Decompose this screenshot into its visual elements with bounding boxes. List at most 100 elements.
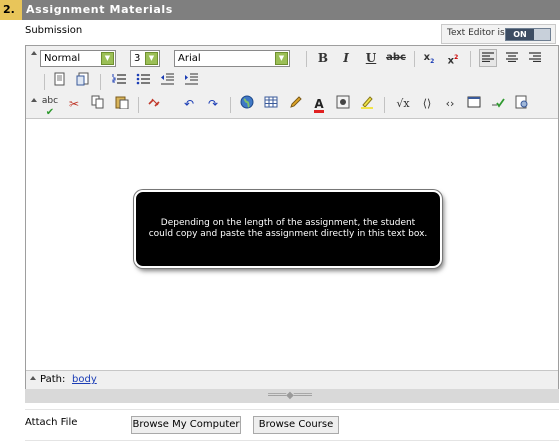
toolbar-separator [306, 51, 307, 67]
media-icon [336, 95, 350, 109]
browse-course-button[interactable]: Browse Course [253, 416, 339, 434]
strikethrough-button[interactable]: abc [384, 49, 408, 67]
copy-icon [91, 95, 104, 109]
undo-icon: ↶ [183, 97, 195, 111]
toolbar-collapse-icon[interactable] [31, 98, 37, 102]
align-center-button[interactable] [503, 49, 521, 67]
divider [25, 409, 559, 410]
subscript-mark: 2 [430, 58, 435, 65]
text-color-icon: A [314, 97, 324, 113]
chevron-down-icon: ▼ [101, 52, 114, 65]
text-editor-on-state: ON [506, 29, 534, 40]
path-body-link[interactable]: body [72, 374, 97, 385]
font-family-select[interactable]: Arial ▼ [174, 50, 290, 67]
math-editor-button[interactable]: √x [392, 95, 414, 113]
text-editor-off-state [534, 29, 550, 40]
bold-button[interactable]: B [314, 49, 332, 67]
path-label: Path: [40, 374, 66, 385]
text-editor-label: Text Editor is: [447, 28, 508, 38]
align-left-icon [482, 52, 494, 63]
indent-icon [185, 73, 198, 85]
spellcheck-options-button[interactable] [489, 95, 507, 113]
chevron-down-icon: ▼ [145, 52, 158, 65]
resize-handle-icon[interactable]: ═══◆═══ [260, 389, 320, 403]
redo-icon: ↷ [207, 97, 219, 111]
insert-link-button[interactable] [238, 95, 256, 113]
font-size-select[interactable]: 3 ▼ [130, 50, 160, 67]
paste-text-button[interactable] [51, 72, 69, 90]
format-select[interactable]: Normal ▼ [40, 50, 116, 67]
italic-button[interactable]: I [337, 49, 355, 67]
tooltip-text: Depending on the length of the assignmen… [148, 218, 428, 239]
editor-resize-bar[interactable]: ═══◆═══ [25, 389, 559, 403]
outdent-icon [161, 73, 174, 85]
outdent-button[interactable] [158, 72, 176, 90]
divider [25, 440, 559, 441]
font-family-select-value: Arial [178, 53, 201, 64]
format-select-value: Normal [44, 53, 81, 64]
text-editor-toggle[interactable]: ON [505, 28, 551, 41]
unlink-button[interactable] [146, 95, 164, 113]
toolbar-separator [384, 97, 385, 113]
fullscreen-button[interactable] [465, 95, 483, 113]
editor-toolbar: Normal ▼ 3 ▼ Arial ▼ B I U abc x2 x2 abc… [26, 46, 558, 119]
embed-button[interactable]: ⟨⟩ [417, 95, 437, 113]
toolbar-separator [138, 97, 139, 113]
copy-button[interactable] [89, 95, 107, 113]
preview-icon [515, 95, 528, 109]
toolbar-separator [44, 74, 45, 90]
code-icon: ‹› [445, 97, 455, 110]
undo-button[interactable]: ↶ [180, 95, 198, 113]
bullet-list-icon [136, 73, 150, 85]
paste-word-button[interactable] [74, 72, 92, 90]
globe-icon [240, 95, 254, 109]
align-right-button[interactable] [526, 49, 544, 67]
section-title: Assignment Materials [26, 3, 173, 16]
unlink-icon [148, 98, 160, 107]
fullscreen-icon [467, 96, 481, 108]
superscript-button[interactable]: x2 [444, 49, 462, 67]
submission-label: Submission [25, 25, 83, 36]
insert-table-button[interactable] [262, 95, 280, 113]
browse-my-computer-button[interactable]: Browse My Computer [131, 416, 241, 434]
preview-button[interactable] [513, 95, 531, 113]
align-left-button[interactable] [479, 49, 497, 67]
path-bar: Path: body [26, 370, 558, 389]
table-icon [264, 96, 278, 108]
indent-button[interactable] [182, 72, 200, 90]
check-icon: ✔ [45, 107, 55, 118]
align-right-icon [529, 52, 541, 63]
toolbar-collapse-icon[interactable] [31, 51, 37, 55]
draw-button[interactable] [286, 95, 304, 113]
spellcheck-label: abc [41, 96, 59, 106]
numbered-list-icon [112, 74, 126, 84]
font-size-select-value: 3 [134, 53, 141, 64]
scissors-icon: ✂ [68, 97, 80, 111]
path-collapse-icon[interactable] [30, 376, 36, 380]
toolbar-separator [230, 97, 231, 113]
redo-button[interactable]: ↷ [204, 95, 222, 113]
document-word-icon [76, 72, 89, 86]
paste-icon [115, 96, 129, 110]
align-center-icon [506, 52, 518, 63]
chevron-down-icon: ▼ [275, 52, 288, 65]
toolbar-separator [414, 51, 415, 67]
html-source-button[interactable]: ‹› [441, 95, 459, 113]
cut-button[interactable]: ✂ [65, 95, 83, 113]
pencil-icon [290, 96, 302, 108]
paste-button[interactable] [113, 95, 131, 113]
spellcheck-button[interactable]: abc ✔ [39, 95, 61, 118]
insert-media-button[interactable] [334, 95, 352, 113]
underline-button[interactable]: U [362, 49, 380, 67]
attach-file-label: Attach File [25, 417, 78, 428]
instruction-tooltip: Depending on the length of the assignmen… [134, 190, 442, 268]
section-number: 2. [0, 0, 22, 20]
highlight-button[interactable] [358, 95, 376, 113]
toolbar-separator [100, 74, 101, 90]
unordered-list-button[interactable] [134, 72, 152, 90]
toolbar-separator [470, 51, 471, 67]
subscript-button[interactable]: x2 [420, 49, 438, 67]
text-color-button[interactable]: A [310, 95, 328, 113]
highlighter-icon [361, 96, 373, 109]
ordered-list-button[interactable] [110, 72, 128, 90]
